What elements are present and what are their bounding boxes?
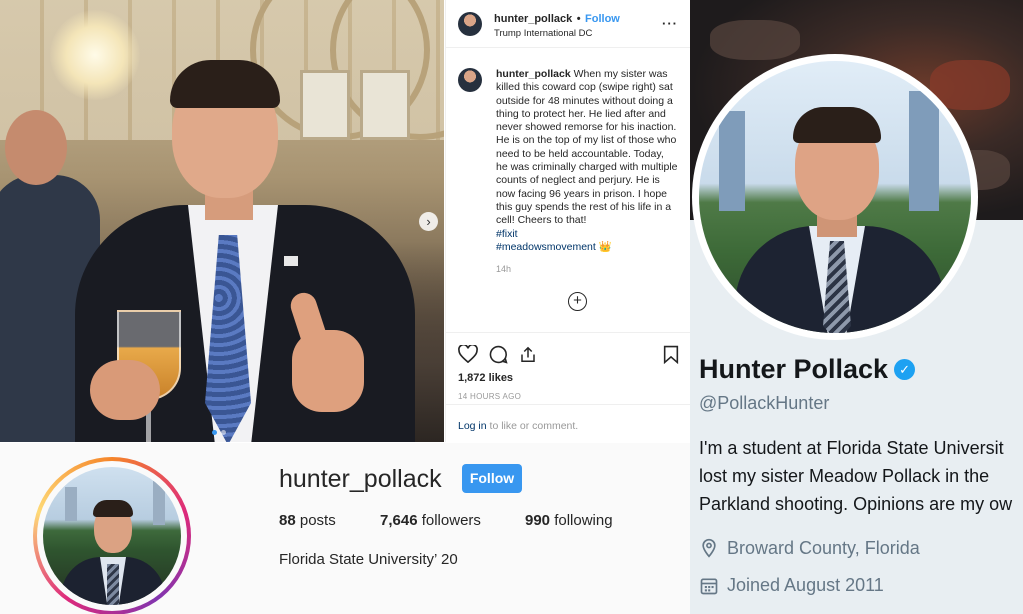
profile-avatar[interactable] bbox=[43, 467, 181, 605]
posted-time: 14 HOURS AGO bbox=[458, 392, 522, 401]
load-more-comments-icon[interactable]: + bbox=[568, 292, 587, 311]
follow-button[interactable]: Follow bbox=[462, 464, 522, 493]
posts-label: posts bbox=[295, 512, 336, 529]
post-photo[interactable]: › bbox=[0, 0, 444, 442]
share-icon[interactable] bbox=[519, 345, 537, 364]
post-panel: hunter_pollack • Follow Trump Internatio… bbox=[445, 0, 691, 442]
display-name-text: Hunter Pollack bbox=[699, 354, 889, 384]
twitter-joined: Joined August 2011 bbox=[699, 575, 884, 596]
caption-avatar[interactable] bbox=[458, 68, 482, 92]
bio-line: I'm a student at Florida State Universit bbox=[699, 438, 1004, 458]
instagram-profile-header: hunter_pollack Follow 88 posts 7,646 fol… bbox=[0, 443, 690, 614]
caption-time: 14h bbox=[496, 264, 512, 275]
heart-icon[interactable] bbox=[458, 345, 478, 363]
location-text: Broward County, Florida bbox=[727, 537, 920, 558]
follow-link[interactable]: Follow bbox=[585, 13, 620, 25]
twitter-display-name: Hunter Pollack ✓ bbox=[699, 354, 916, 385]
joined-text: Joined August 2011 bbox=[727, 575, 884, 595]
avatar-tie bbox=[107, 564, 119, 605]
posts-stat: 88 posts bbox=[279, 512, 380, 529]
chevron-right-icon[interactable]: › bbox=[419, 212, 438, 231]
bio-line: lost my sister Meadow Pollack in the bbox=[699, 466, 990, 486]
more-horizontal-icon[interactable]: ··· bbox=[662, 16, 678, 31]
caption: hunter_pollack When my sister was killed… bbox=[446, 48, 690, 276]
twitter-bio: I'm a student at Florida State Universit… bbox=[699, 434, 1023, 518]
actions-bar: 1,872 likes 14 HOURS AGO bbox=[446, 332, 691, 401]
post-header: hunter_pollack • Follow Trump Internatio… bbox=[446, 0, 690, 48]
separator: • bbox=[576, 12, 581, 25]
followers-stat[interactable]: 7,646 followers bbox=[380, 512, 525, 529]
avatar-hair bbox=[93, 500, 133, 517]
chandelier bbox=[50, 10, 140, 100]
likes-count[interactable]: 1,872 likes bbox=[458, 372, 679, 384]
profile-bio: Florida State University’ 20 bbox=[279, 551, 458, 568]
background-building bbox=[909, 91, 939, 211]
background-window bbox=[360, 70, 410, 140]
twitter-avatar-frame bbox=[692, 54, 978, 340]
verified-badge-icon: ✓ bbox=[894, 359, 916, 380]
followers-label: followers bbox=[417, 512, 481, 529]
following-count: 990 bbox=[525, 512, 551, 529]
profile-stats: 88 posts 7,646 followers 990 following bbox=[279, 512, 613, 529]
background-person-head bbox=[5, 110, 67, 185]
lapel-pin bbox=[284, 256, 298, 266]
followers-count: 7,646 bbox=[380, 512, 418, 529]
following-stat[interactable]: 990 following bbox=[525, 512, 613, 529]
bio-line: Parkland shooting. Opinions are my ow bbox=[699, 494, 1013, 514]
calendar-icon bbox=[700, 578, 718, 594]
post-header-meta: hunter_pollack • Follow Trump Internatio… bbox=[494, 9, 662, 39]
banner-shape bbox=[710, 20, 800, 60]
carousel-dots bbox=[212, 430, 226, 435]
story-ring-inner bbox=[37, 461, 187, 611]
login-prompt: to like or comment. bbox=[486, 420, 579, 432]
caption-text-block: hunter_pollack When my sister was killed… bbox=[496, 68, 678, 276]
twitter-handle: @PollackHunter bbox=[699, 393, 830, 413]
avatar[interactable] bbox=[458, 11, 482, 36]
story-ring[interactable] bbox=[33, 457, 191, 614]
background-building bbox=[65, 487, 77, 521]
background-window bbox=[300, 70, 350, 140]
post-username[interactable]: hunter_pollack bbox=[494, 13, 572, 25]
twitter-location: Broward County, Florida bbox=[699, 537, 920, 559]
profile-username: hunter_pollack bbox=[279, 465, 442, 493]
subject-hair bbox=[170, 60, 280, 108]
carousel-dot bbox=[221, 430, 226, 435]
hashtag-link[interactable]: #fixit bbox=[496, 228, 678, 241]
post-location[interactable]: Trump International DC bbox=[494, 28, 662, 39]
twitter-profile: Hunter Pollack ✓ @PollackHunter I'm a st… bbox=[690, 0, 1023, 614]
bookmark-icon[interactable] bbox=[663, 345, 679, 364]
subject-hand-glass bbox=[90, 360, 160, 420]
location-pin-icon bbox=[702, 538, 716, 558]
subject-hand-thumbs-up bbox=[292, 330, 364, 412]
login-bar: Log in to like or comment. bbox=[446, 404, 691, 442]
avatar-hair bbox=[793, 107, 881, 143]
carousel-dot-active bbox=[212, 430, 217, 435]
comment-icon[interactable] bbox=[489, 345, 508, 364]
caption-username[interactable]: hunter_pollack bbox=[496, 68, 571, 80]
hashtag-link[interactable]: #meadowsmovement 👑 bbox=[496, 241, 678, 254]
background-building bbox=[719, 111, 745, 211]
twitter-avatar[interactable] bbox=[699, 61, 971, 333]
action-icons bbox=[458, 343, 679, 365]
following-label: following bbox=[550, 512, 613, 529]
login-link[interactable]: Log in bbox=[458, 420, 487, 432]
posts-count: 88 bbox=[279, 512, 296, 529]
caption-body: When my sister was killed this coward co… bbox=[496, 68, 678, 227]
background-building bbox=[153, 481, 165, 525]
